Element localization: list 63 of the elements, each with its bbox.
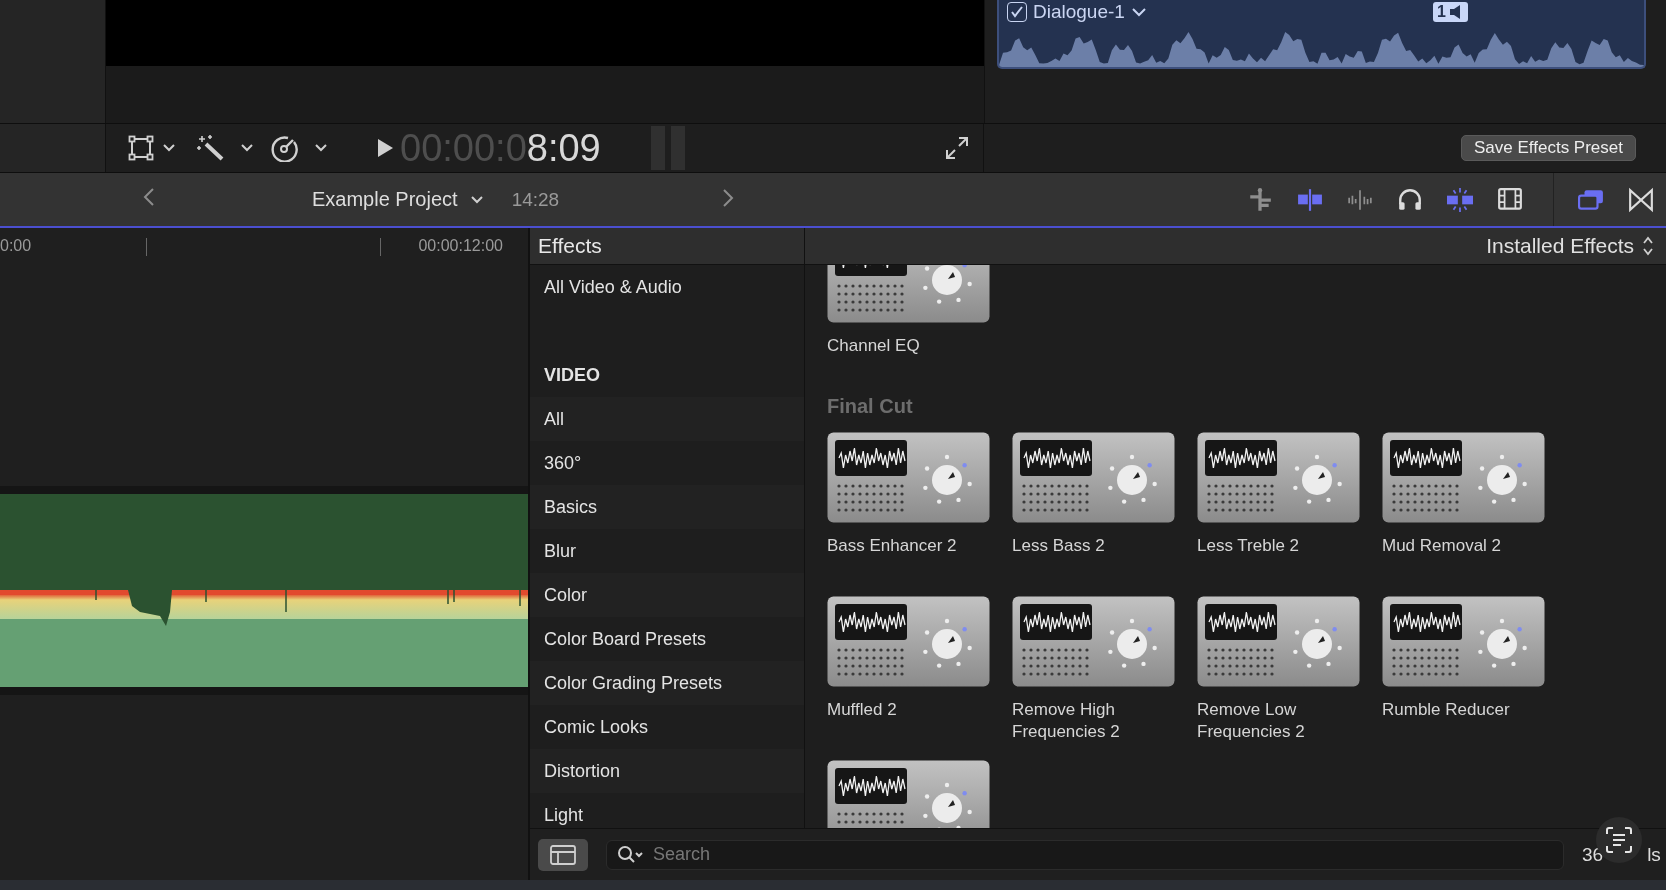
- audio-effect-icon[interactable]: [827, 760, 990, 828]
- project-duration: 14:28: [511, 188, 560, 211]
- panel-title: Effects: [530, 228, 805, 265]
- category-item[interactable]: Distortion: [530, 749, 804, 793]
- speedometer-icon[interactable]: [270, 134, 300, 162]
- chevron-icon[interactable]: [314, 143, 328, 153]
- category-item[interactable]: Color: [530, 573, 804, 617]
- category-item[interactable]: Light: [530, 793, 804, 828]
- project-title[interactable]: Example Project: [312, 188, 458, 211]
- category-item[interactable]: Color Grading Presets: [530, 661, 804, 705]
- audio-effect-icon[interactable]: [1382, 432, 1545, 523]
- search-icon[interactable]: [617, 844, 645, 865]
- item-count: ls: [1647, 843, 1661, 866]
- audio-effect-icon[interactable]: [1012, 432, 1175, 523]
- category-item[interactable]: Color Board Presets: [530, 617, 804, 661]
- clip-name: Dialogue-1: [1033, 1, 1125, 23]
- play-icon[interactable]: [376, 138, 394, 158]
- chevron-icon[interactable]: [240, 143, 254, 153]
- timecode: 8:09: [526, 126, 601, 170]
- save-effects-preset-button[interactable]: Save Effects Preset: [1461, 135, 1636, 161]
- category-item[interactable]: 360°: [530, 441, 804, 485]
- effect-name: Less Treble 2: [1197, 535, 1301, 557]
- effect-name: Remove High Frequencies 2: [1012, 699, 1121, 743]
- audio-clip-drawing[interactable]: [0, 494, 528, 687]
- search-field[interactable]: Search: [606, 839, 1564, 870]
- section-title: Final Cut: [827, 396, 914, 416]
- category-item[interactable]: Comic Looks: [530, 705, 804, 749]
- audio-clip[interactable]: Dialogue-1 1: [997, 0, 1646, 69]
- ruler-time: 0:00: [0, 237, 32, 255]
- category-item[interactable]: All: [530, 397, 804, 441]
- channel-badge: 1: [1433, 2, 1468, 22]
- filter-dropdown[interactable]: Installed Effects: [1486, 234, 1634, 258]
- sidebar-toggle-button[interactable]: [538, 838, 588, 871]
- snap-icon[interactable]: [1444, 186, 1476, 213]
- audio-effect-icon[interactable]: [1382, 596, 1545, 687]
- effect-name: Rumble Reducer: [1382, 699, 1511, 721]
- chevron-icon[interactable]: [162, 143, 176, 153]
- category-item[interactable]: Blur: [530, 529, 804, 573]
- audio-effect-icon[interactable]: [1197, 596, 1360, 687]
- chevron-icon[interactable]: [469, 194, 484, 205]
- checkbox[interactable]: [1007, 2, 1027, 22]
- crop-icon[interactable]: [128, 135, 154, 161]
- audio-effect-icon[interactable]: [827, 432, 990, 523]
- search-input[interactable]: Search: [651, 843, 1563, 866]
- effect-name: Mud Removal 2: [1382, 535, 1503, 557]
- ruler-time: 00:00:12:00: [418, 237, 503, 255]
- fullscreen-icon[interactable]: [945, 136, 969, 160]
- text-scan-icon: [1604, 825, 1634, 855]
- effect-name: Less Bass 2: [1012, 535, 1106, 557]
- category-header: VIDEO: [543, 363, 601, 387]
- effect-name: Muffled 2: [827, 699, 898, 721]
- effect-name: Bass Enhancer 2: [827, 535, 958, 557]
- audio-effect-icon[interactable]: [1197, 432, 1360, 523]
- category-item[interactable]: All Video & Audio: [530, 265, 804, 309]
- chevron-icon[interactable]: [1130, 7, 1147, 17]
- effect-name: Remove Low Frequencies 2: [1197, 699, 1306, 743]
- audio-effect-icon[interactable]: [827, 596, 990, 687]
- audio-effect-icon[interactable]: [1012, 596, 1175, 687]
- sidebar-icon: [549, 843, 577, 866]
- category-item[interactable]: Basics: [530, 485, 804, 529]
- effect-name: Channel EQ: [827, 335, 921, 357]
- up-down-chevron-icon[interactable]: [1642, 235, 1654, 257]
- magic-wand-icon[interactable]: [196, 134, 226, 162]
